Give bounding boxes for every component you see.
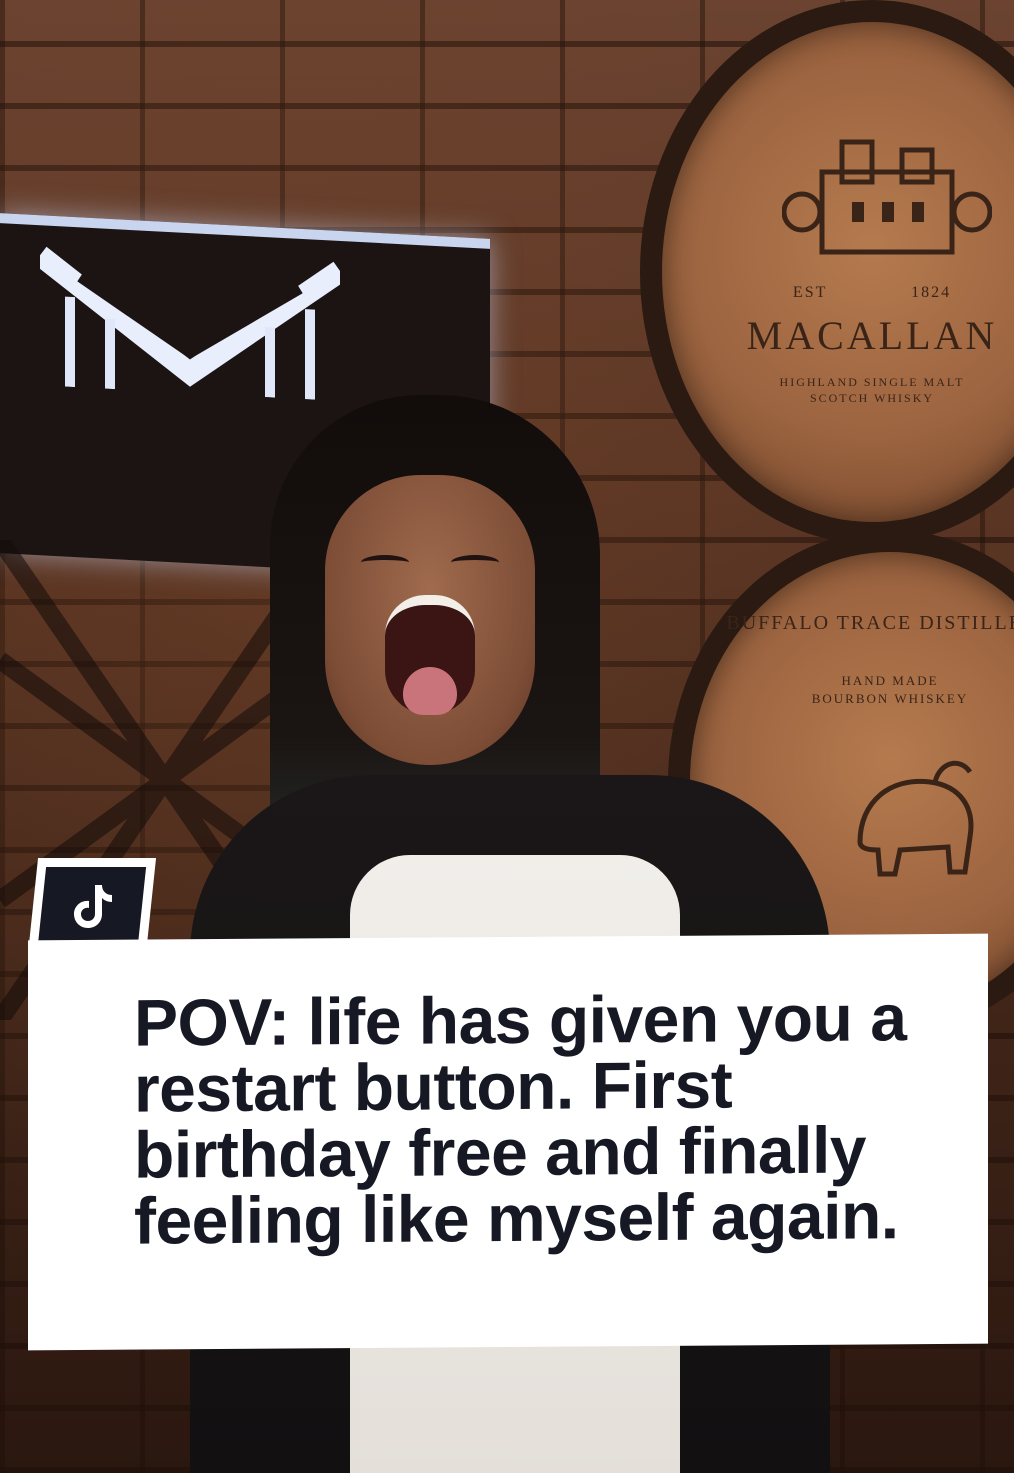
castle-emblem-icon bbox=[782, 139, 992, 255]
tongue bbox=[403, 667, 457, 715]
caption-text: POV: life has given you a restart button… bbox=[134, 980, 907, 1258]
macallan-brand-text: MACALLAN bbox=[746, 313, 998, 358]
chevron-sign-graphic bbox=[40, 246, 340, 400]
tiktok-logo-icon bbox=[74, 885, 112, 928]
bison-emblem-icon bbox=[857, 760, 974, 877]
left-eye bbox=[361, 555, 409, 570]
macallan-est-text: EST 1824 bbox=[792, 284, 952, 301]
face bbox=[325, 475, 535, 765]
caption-card: POV: life has given you a restart button… bbox=[28, 933, 988, 1351]
video-frame: EST 1824 MACALLAN HIGHLAND SINGLE MALT S… bbox=[0, 0, 1014, 1473]
right-eye bbox=[451, 555, 499, 570]
open-mouth bbox=[385, 595, 475, 715]
tiktok-logo-badge-fill bbox=[37, 867, 147, 945]
